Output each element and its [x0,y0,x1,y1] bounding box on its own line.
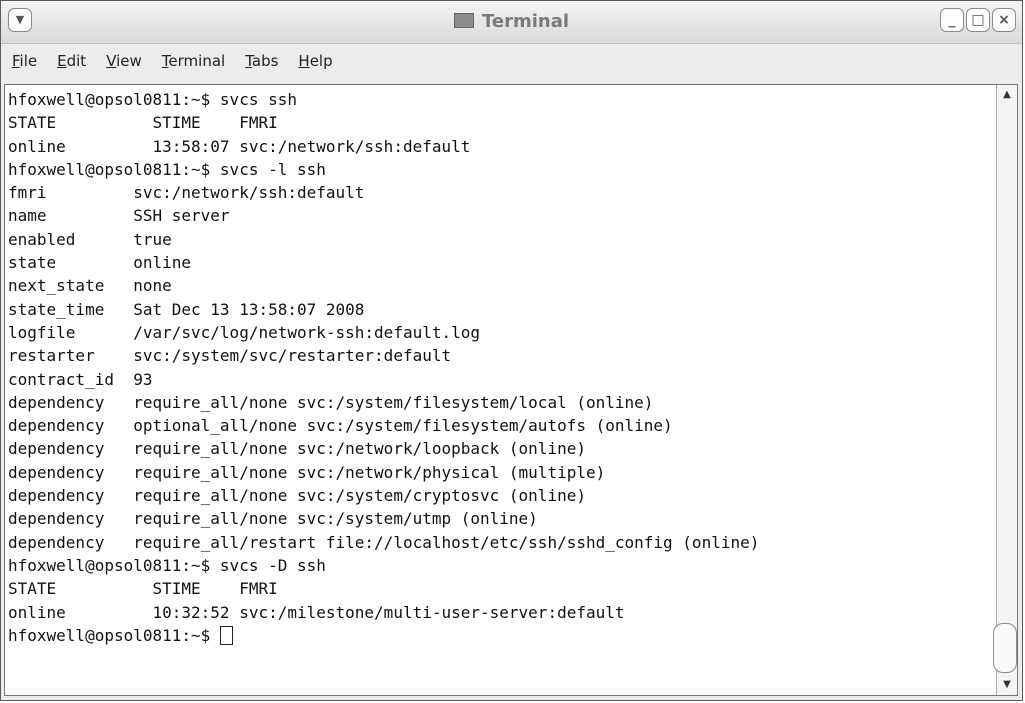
menu-bar: File Edit View Terminal Tabs Help [1,44,1022,77]
terminal-line: hfoxwell@opsol0811:~$ svcs ssh [8,90,297,109]
terminal-line: logfile /var/svc/log/network-ssh:default… [8,322,481,342]
arrow-down-icon: ▼ [1003,679,1011,690]
title-bar[interactable]: ▼ Terminal _ □ × [1,1,1022,44]
terminal-line: dependency require_all/none svc:/system/… [8,509,538,529]
terminal-icon [453,13,474,28]
minimize-button[interactable]: _ [940,8,964,32]
terminal-line: state online [8,253,192,273]
terminal-line: STATE STIME FMRI [8,113,278,133]
terminal-area[interactable]: hfoxwell@opsol0811:~$ svcs ssh STATE STI… [4,84,1018,696]
menu-help[interactable]: Help [295,50,335,72]
terminal-line: dependency require_all/none svc:/system/… [8,486,586,506]
terminal-window: ▼ Terminal _ □ × File Edit View Terminal… [0,0,1023,701]
menu-file[interactable]: File [9,50,40,72]
terminal-line: enabled true [8,229,172,249]
terminal-line: dependency require_all/none svc:/system/… [8,392,654,412]
minimize-icon: _ [948,12,956,28]
terminal-line: dependency optional_all/none svc:/system… [8,416,673,436]
terminal-prompt: hfoxwell@opsol0811:~$ [8,625,220,645]
terminal-line: online 10:32:52 svc:/milestone/multi-use… [8,602,625,622]
terminal-line: contract_id 93 [8,369,153,389]
maximize-icon: □ [971,12,985,28]
close-button[interactable]: × [992,8,1016,32]
scroll-down-button[interactable]: ▼ [997,675,1017,695]
close-icon: × [998,12,1010,28]
scroll-thumb[interactable] [993,623,1017,673]
terminal-line: hfoxwell@opsol0811:~$ svcs -D ssh [8,555,326,575]
terminal-line: state_time Sat Dec 13 13:58:07 2008 [8,299,365,319]
terminal-line: dependency require_all/restart file://lo… [8,532,760,552]
text-cursor [219,625,233,645]
menu-view[interactable]: View [103,50,145,72]
vertical-scrollbar[interactable]: ▲ ▼ [993,85,1017,695]
menu-edit[interactable]: Edit [54,50,89,72]
terminal-output[interactable]: hfoxwell@opsol0811:~$ svcs ssh STATE STI… [8,88,987,647]
terminal-line: hfoxwell@opsol0811:~$ svcs -l ssh [8,159,326,179]
maximize-button[interactable]: □ [966,8,990,32]
terminal-line: dependency require_all/none svc:/network… [8,462,606,482]
menu-tabs[interactable]: Tabs [242,50,281,72]
terminal-line: next_state none [8,276,172,296]
window-controls: _ □ × [940,8,1016,32]
window-title: Terminal [1,11,1022,32]
arrow-up-icon: ▲ [1003,89,1011,100]
terminal-line: STATE STIME FMRI [8,579,278,599]
terminal-line: restarter svc:/system/svc/restarter:defa… [8,346,452,366]
terminal-line: fmri svc:/network/ssh:default [8,183,365,203]
scroll-up-button[interactable]: ▲ [997,85,1017,105]
menu-terminal[interactable]: Terminal [159,50,228,72]
terminal-line: name SSH server [8,206,230,226]
terminal-line: online 13:58:07 svc:/network/ssh:default [8,136,471,156]
window-title-text: Terminal [481,11,570,32]
terminal-line: dependency require_all/none svc:/network… [8,439,586,459]
